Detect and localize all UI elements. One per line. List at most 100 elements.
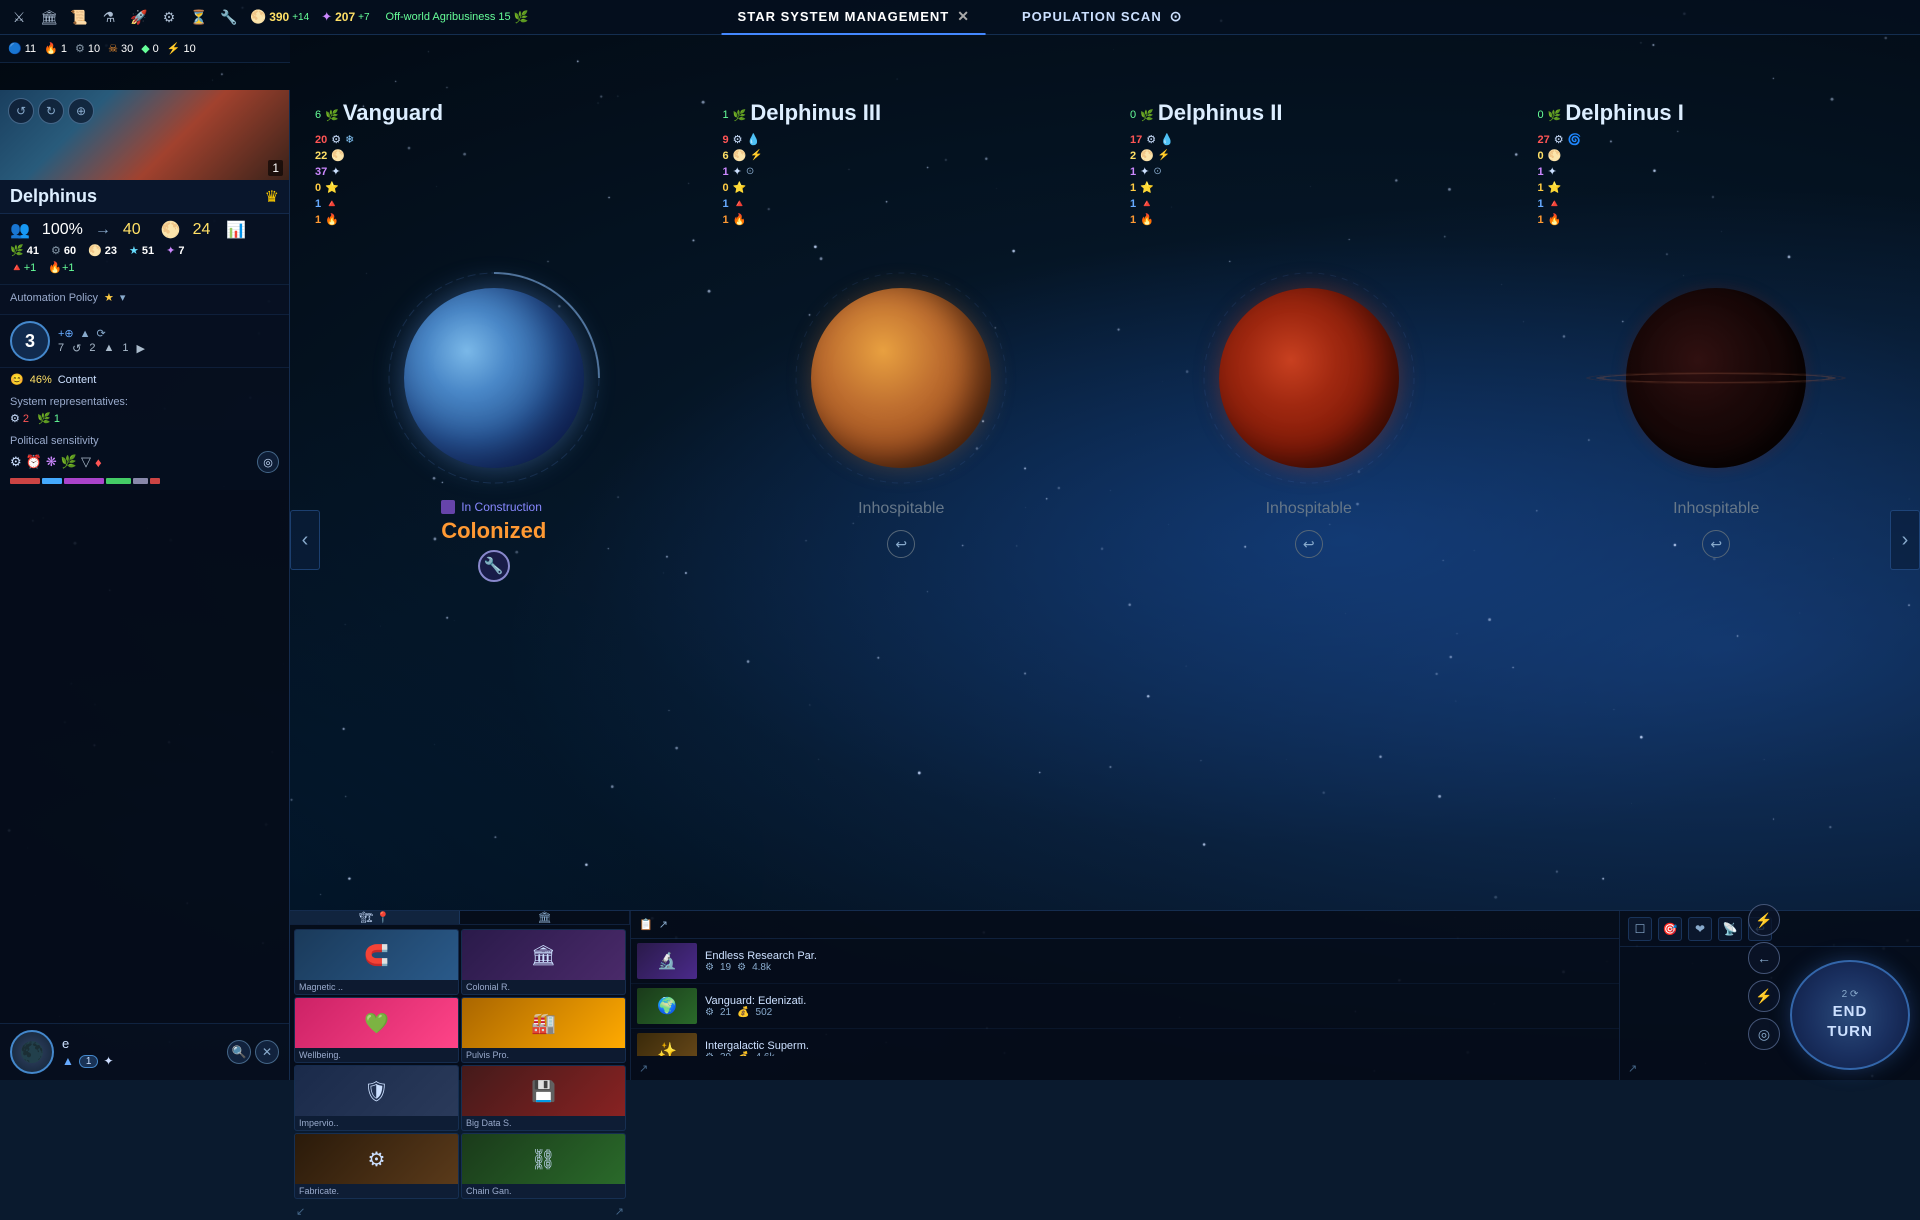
avatar-search-btn[interactable]: 🔍 bbox=[227, 1040, 251, 1064]
tab-star-system-close[interactable]: ✕ bbox=[957, 8, 970, 25]
bm-stat2-val-2: 502 bbox=[756, 1007, 773, 1018]
delphinus3-sphere[interactable] bbox=[811, 288, 991, 468]
energy-icon: ⚡ bbox=[167, 42, 181, 55]
card-chain[interactable]: ⛓ Chain Gan. bbox=[461, 1133, 626, 1199]
delphinus2-sphere[interactable] bbox=[1219, 288, 1399, 468]
gold-delta: +14 bbox=[292, 12, 309, 23]
pol-icon-5: ▽ bbox=[81, 454, 91, 470]
tab-star-system[interactable]: STAR SYSTEM MANAGEMENT ✕ bbox=[722, 0, 986, 35]
icon-flask[interactable]: ⚗ bbox=[98, 6, 120, 28]
br-tool-2[interactable]: 🎯 bbox=[1658, 917, 1682, 941]
resource-influence: ✦ 207 +7 bbox=[321, 9, 369, 25]
planet-preview-image: 1 ↺ ↻ ⊕ bbox=[0, 90, 289, 180]
bm-expand-bottom-icon[interactable]: ↗ bbox=[639, 1062, 648, 1075]
icon-hourglass[interactable]: ⏳ bbox=[188, 6, 210, 28]
delphinus1-sphere[interactable] bbox=[1626, 288, 1806, 468]
pop-val: 40 bbox=[123, 221, 141, 239]
queue-up-icon: ▲ bbox=[80, 328, 91, 340]
card-fabricate[interactable]: ⚙ Fabricate. bbox=[294, 1133, 459, 1199]
planet-name: Delphinus bbox=[10, 186, 97, 207]
avatar-close-btn[interactable]: ✕ bbox=[255, 1040, 279, 1064]
bm-item-2[interactable]: 🌍 Vanguard: Edenizati. ⚙ 21 💰 502 bbox=[631, 984, 1619, 1029]
bottom-tab-buildings[interactable]: 🏛 bbox=[460, 911, 630, 924]
vanguard-name-row: 6 🌿 Vanguard bbox=[315, 100, 443, 130]
card-magnetic[interactable]: 🧲 Magnetic .. bbox=[294, 929, 459, 995]
gear-icon: ⚙ bbox=[75, 42, 85, 55]
orbit-nav-3[interactable]: ⊕ bbox=[68, 98, 94, 124]
icon-building[interactable]: 🏛 bbox=[38, 6, 60, 28]
bottom-expand-row: ↙ ↗ bbox=[290, 1203, 630, 1220]
energy-val: 10 bbox=[184, 43, 196, 55]
bm-info-3: Intergalactic Superm. ⚙ 39 💰 4.6k bbox=[705, 1040, 1613, 1057]
delphinus2-action-row: ↩ bbox=[1266, 524, 1352, 558]
pol-icon-4: 🌿 bbox=[61, 454, 77, 470]
happiness-section: 😊 46% Content bbox=[0, 368, 289, 391]
bm-stat1-icon-2: ⚙ bbox=[705, 1007, 714, 1018]
vanguard-sphere[interactable] bbox=[404, 288, 584, 468]
vanguard-stat-6: 1🔥 bbox=[315, 213, 339, 226]
br-tool-3[interactable]: ❤ bbox=[1688, 917, 1712, 941]
orbit-nav-1[interactable]: ↺ bbox=[8, 98, 34, 124]
delphinus3-inhospitable-label: Inhospitable bbox=[858, 500, 944, 518]
bottom-left-panel: 🏗📍 🏛 🧲 Magnetic .. 🏛 Colonial R. 💚 Wellb… bbox=[290, 911, 630, 1080]
delphinus2-revert-btn[interactable]: ↩ bbox=[1295, 530, 1323, 558]
card-pulvis[interactable]: 🏭 Pulvis Pro. bbox=[461, 997, 626, 1063]
bm-stat1-val-2: 21 bbox=[720, 1007, 731, 1018]
pop-icon: 👥 bbox=[10, 220, 30, 240]
automation-star-icon[interactable]: ★ bbox=[104, 291, 114, 304]
tab-population-scan[interactable]: POPULATION SCAN ⊙ bbox=[1006, 0, 1198, 35]
planet-column-delphinus3: 1 🌿 Delphinus III 9⚙💧 6🌕⚡ 1✦⊙ 0⭐ 1🔺 1🔥 I… bbox=[698, 90, 1106, 910]
planet-name-bar: Delphinus ♛ bbox=[0, 180, 289, 214]
automation-label: Automation Policy ★ ▾ bbox=[10, 291, 279, 304]
vanguard-orbit bbox=[384, 268, 604, 488]
queue-plus-icon: +⊕ bbox=[58, 327, 74, 340]
icon-wrench[interactable]: 🔧 bbox=[218, 6, 240, 28]
political-label: Political sensitivity bbox=[10, 435, 279, 447]
card-colonial[interactable]: 🏛 Colonial R. bbox=[461, 929, 626, 995]
queue-row1: +⊕ ▲ ⟳ bbox=[58, 327, 145, 340]
tab-population-icon: ⊙ bbox=[1170, 8, 1183, 25]
icon-settings[interactable]: ⚙ bbox=[158, 6, 180, 28]
card-impervio[interactable]: 🛡 Impervio.. bbox=[294, 1065, 459, 1131]
bottom-tab-build[interactable]: 🏗📍 bbox=[290, 911, 460, 924]
br-tool-4[interactable]: 📡 bbox=[1718, 917, 1742, 941]
system-reps-section: System representatives: ⚙ 2 🌿 1 bbox=[0, 391, 289, 430]
rsb-lightning-1[interactable]: ⚡ bbox=[1748, 904, 1780, 936]
rsb-arrow-left[interactable]: ← bbox=[1748, 942, 1780, 974]
rep-green: 🌿 1 bbox=[37, 412, 60, 425]
expand-right-icon[interactable]: ↗ bbox=[615, 1205, 624, 1218]
card-bigdata[interactable]: 💾 Big Data S. bbox=[461, 1065, 626, 1131]
expand-left-icon[interactable]: ↙ bbox=[296, 1205, 305, 1218]
br-tool-1[interactable]: ☐ bbox=[1628, 917, 1652, 941]
bm-item-1[interactable]: 🔬 Endless Research Par. ⚙ 19 ⚙ 4.8k bbox=[631, 939, 1619, 984]
automation-dropdown-icon[interactable]: ▾ bbox=[120, 291, 126, 304]
bm-item-3[interactable]: ✨ Intergalactic Superm. ⚙ 39 💰 4.6k bbox=[631, 1029, 1619, 1056]
gold-icon: 🌕 bbox=[250, 9, 266, 25]
nav-left-button[interactable]: ‹ bbox=[290, 510, 320, 570]
bm-expand-icon[interactable]: ↗ bbox=[659, 918, 668, 931]
vanguard-status: In Construction Colonized 🔧 bbox=[441, 500, 546, 582]
morale-val: 24 bbox=[193, 221, 211, 239]
vanguard-wrench-btn[interactable]: 🔧 bbox=[478, 550, 510, 582]
end-turn-button[interactable]: 2 ⟳ END TURN bbox=[1790, 960, 1910, 1070]
icon-scroll[interactable]: 📜 bbox=[68, 6, 90, 28]
planet-column-vanguard: 6 🌿 Vanguard 20⚙❄ 22🌕 37✦ 0⭐ 1🔺 1🔥 bbox=[290, 90, 698, 910]
icon-rocket[interactable]: 🚀 bbox=[128, 6, 150, 28]
delphinus3-revert-btn[interactable]: ↩ bbox=[887, 530, 915, 558]
delphinus1-revert-btn[interactable]: ↩ bbox=[1702, 530, 1730, 558]
nav-right-button[interactable]: › bbox=[1890, 510, 1920, 570]
fire-val: 1 bbox=[61, 43, 67, 55]
br-expand-icon[interactable]: ↗ bbox=[1628, 1062, 1637, 1075]
bm-header: 📋 ↗ bbox=[631, 911, 1619, 939]
happiness-label: Content bbox=[58, 374, 97, 386]
bm-thumb-3: ✨ bbox=[637, 1033, 697, 1056]
rsb-target[interactable]: ◎ bbox=[1748, 1018, 1780, 1050]
card-wellbeing[interactable]: 💚 Wellbeing. bbox=[294, 997, 459, 1063]
orbit-nav-2[interactable]: ↻ bbox=[38, 98, 64, 124]
icon-swords[interactable]: ⚔ bbox=[8, 6, 30, 28]
rsb-lightning-2[interactable]: ⚡ bbox=[1748, 980, 1780, 1012]
pol-target-btn[interactable]: ◎ bbox=[257, 451, 279, 473]
stat-gear-item: ⚙ 60 bbox=[51, 244, 76, 257]
green-val: 0 bbox=[153, 43, 159, 55]
morale-chart-icon[interactable]: 📊 bbox=[226, 220, 246, 240]
